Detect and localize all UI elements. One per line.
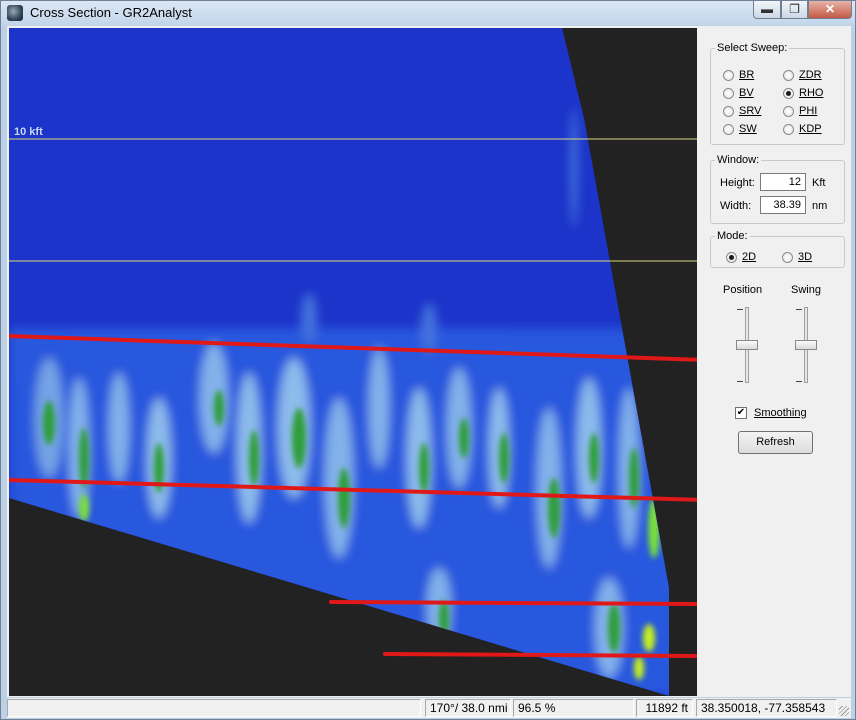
cross-section-image: 10 kft [9, 28, 697, 696]
radio-button[interactable] [723, 69, 734, 81]
mode-option-3d[interactable]: 3D [782, 250, 812, 264]
width-label: Width: [720, 200, 752, 212]
window-legend: Window: [717, 154, 760, 166]
sweep-option-srv[interactable]: SRV [723, 104, 761, 118]
cross-section-view[interactable]: 10 kft [9, 28, 697, 696]
status-pane-empty [7, 699, 421, 717]
status-percent: 96.5 % [513, 699, 634, 717]
client-area: 10 kft Select Sweep: BR BV SRV SW ZDR RHO PHI K… [7, 26, 851, 697]
annotation-line-3 [329, 600, 697, 606]
sweep-option-label: SRV [739, 105, 762, 117]
window-title: Cross Section - GR2Analyst [30, 5, 192, 20]
swing-slider-thumb[interactable] [795, 340, 817, 350]
sweep-option-label: SW [739, 123, 757, 135]
resize-grip[interactable] [839, 706, 849, 716]
position-slider-thumb[interactable] [736, 340, 758, 350]
radio-button[interactable] [726, 251, 737, 263]
minimize-button[interactable]: ▬ [753, 1, 781, 19]
sweep-option-br[interactable]: BR [723, 68, 754, 82]
radio-button[interactable] [783, 105, 794, 117]
sweep-option-bv[interactable]: BV [723, 86, 754, 100]
sweep-option-rho[interactable]: RHO [783, 86, 823, 100]
sweep-option-phi[interactable]: PHI [783, 104, 817, 118]
sweep-option-label: ZDR [799, 69, 822, 81]
mode-option-label: 2D [742, 251, 757, 263]
app-icon [7, 5, 23, 21]
sweep-option-kdp[interactable]: KDP [783, 122, 822, 136]
width-input[interactable] [760, 196, 806, 214]
control-panel: Select Sweep: BR BV SRV SW ZDR RHO PHI KDP Wind… [703, 26, 851, 697]
swing-label: Swing [791, 284, 821, 296]
sweep-legend: Select Sweep: [717, 42, 788, 54]
altitude-label: 10 kft [14, 126, 43, 138]
close-button[interactable]: ✕ [808, 1, 852, 19]
mode-option-2d[interactable]: 2D [726, 250, 756, 264]
height-unit: Kft [812, 177, 826, 189]
cross-section-window: Cross Section - GR2Analyst ▬ ❐ ✕ 10 kft … [0, 0, 856, 720]
check-mark-icon: ✔ [736, 407, 746, 418]
sweep-option-label: BR [739, 69, 755, 81]
radio-button[interactable] [723, 123, 734, 135]
smoothing-label: Smoothing [754, 407, 807, 419]
radio-button[interactable] [723, 105, 734, 117]
radio-button[interactable] [783, 87, 794, 99]
refresh-button[interactable]: Refresh [738, 431, 813, 454]
sweep-option-zdr[interactable]: ZDR [783, 68, 822, 82]
annotation-line-4 [383, 652, 697, 658]
width-unit: nm [812, 200, 828, 212]
sweep-option-sw[interactable]: SW [723, 122, 757, 136]
height-input[interactable] [760, 173, 806, 191]
sweep-option-label: KDP [799, 123, 822, 135]
status-height: 11892 ft [636, 699, 693, 717]
mode-option-label: 3D [798, 251, 813, 263]
smoothing-checkbox[interactable]: ✔ [735, 407, 747, 419]
sweep-option-label: RHO [799, 87, 824, 99]
radio-button[interactable] [783, 69, 794, 81]
title-bar[interactable]: Cross Section - GR2Analyst ▬ ❐ ✕ [1, 1, 855, 25]
sweep-option-label: PHI [799, 105, 818, 117]
sweep-option-label: BV [739, 87, 754, 99]
radio-button[interactable] [783, 123, 794, 135]
status-bar: 170°/ 38.0 nmi 96.5 % 11892 ft 38.350018… [7, 698, 851, 718]
mode-legend: Mode: [717, 230, 748, 242]
status-azimuth-range: 170°/ 38.0 nmi [425, 699, 511, 717]
position-label: Position [723, 284, 763, 296]
radio-button[interactable] [723, 87, 734, 99]
height-label: Height: [720, 177, 755, 189]
radio-button[interactable] [782, 251, 793, 263]
status-coords: 38.350018, -77.358543 [696, 699, 837, 717]
maximize-button[interactable]: ❐ [781, 1, 808, 19]
